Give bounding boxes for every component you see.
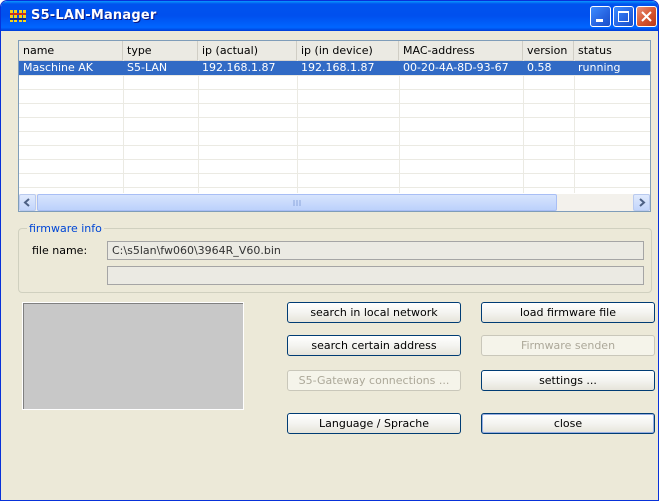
cell-type: S5-LAN xyxy=(127,61,168,74)
column-header-name[interactable]: name xyxy=(19,41,123,60)
table-row[interactable]: Maschine AK S5-LAN 192.168.1.87 192.168.… xyxy=(19,61,650,75)
column-header-type[interactable]: type xyxy=(123,41,198,60)
column-header-ip-actual[interactable]: ip (actual) xyxy=(198,41,297,60)
settings-button[interactable]: settings ... xyxy=(481,370,655,391)
close-window-button[interactable] xyxy=(636,6,657,27)
preview-panel xyxy=(22,302,244,410)
send-firmware-button[interactable]: Firmware senden xyxy=(481,335,655,356)
gateway-connections-button[interactable]: S5-Gateway connections ... xyxy=(287,370,461,391)
close-button[interactable]: close xyxy=(481,413,655,434)
file-name-label: file name: xyxy=(32,244,88,257)
horizontal-scrollbar[interactable] xyxy=(19,194,650,211)
grip-icon xyxy=(293,200,301,206)
firmware-progress-field xyxy=(107,266,644,285)
scroll-left-button[interactable] xyxy=(19,194,36,211)
cell-mac: 00-20-4A-8D-93-67 xyxy=(403,61,509,74)
maximize-button[interactable] xyxy=(613,6,634,27)
window-title: S5-LAN-Manager xyxy=(31,8,157,23)
search-local-network-button[interactable]: search in local network xyxy=(287,302,461,323)
main-window: S5-LAN-Manager name type ip (actual) ip … xyxy=(0,0,659,501)
cell-ip-device: 192.168.1.87 xyxy=(301,61,375,74)
firmware-info-label: firmware info xyxy=(27,222,104,235)
close-icon xyxy=(641,11,652,22)
language-button[interactable]: Language / Sprache xyxy=(287,413,461,434)
maximize-icon xyxy=(618,11,629,22)
column-header-status[interactable]: status xyxy=(574,41,650,60)
cell-version: 0.58 xyxy=(527,61,552,74)
scrollbar-thumb[interactable] xyxy=(37,194,557,211)
cell-name: Maschine AK xyxy=(23,61,94,74)
minimize-icon xyxy=(596,19,603,22)
scroll-left-icon xyxy=(23,198,30,207)
s5-app-icon xyxy=(10,10,26,22)
scroll-right-button[interactable] xyxy=(633,194,650,211)
load-firmware-file-button[interactable]: load firmware file xyxy=(481,302,655,323)
cell-ip-actual: 192.168.1.87 xyxy=(202,61,276,74)
minimize-button[interactable] xyxy=(590,6,611,27)
search-certain-address-button[interactable]: search certain address xyxy=(287,335,461,356)
cell-status: running xyxy=(578,61,621,74)
file-name-field: C:\s5lan\fw060\3964R_V60.bin xyxy=(107,241,644,260)
device-list[interactable]: name type ip (actual) ip (in device) MAC… xyxy=(18,40,651,212)
title-bar[interactable]: S5-LAN-Manager xyxy=(1,1,658,31)
list-header: name type ip (actual) ip (in device) MAC… xyxy=(19,41,650,61)
column-header-ip-device[interactable]: ip (in device) xyxy=(297,41,399,60)
column-header-mac[interactable]: MAC-address xyxy=(399,41,523,60)
column-header-version[interactable]: version xyxy=(523,41,574,60)
scroll-right-icon xyxy=(639,198,646,207)
